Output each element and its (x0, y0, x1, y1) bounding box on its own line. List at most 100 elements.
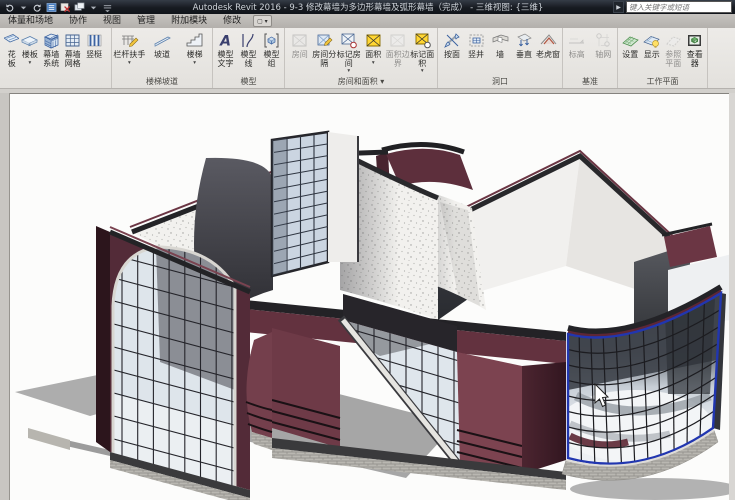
redo-icon[interactable] (31, 1, 43, 13)
ribbon-display-toggle-icon[interactable]: ▢ ▾ (253, 15, 272, 27)
front-wing-right-face (457, 352, 522, 474)
dormer-opening-button[interactable]: 老虎窗 (536, 30, 560, 60)
button-label: 按面 (444, 51, 460, 60)
ribbon-panel: 房间房间分隔标记房间▾面积▾面积边界标记面积▾房间和面积 ▾ (285, 28, 438, 88)
ribbon-panel: 设置显示参照平面查看器工作平面 (618, 28, 708, 88)
svg-text:A: A (219, 34, 231, 50)
room-separator-icon (315, 31, 334, 50)
tag-area-button[interactable]: 标记面积▾ (410, 30, 435, 75)
quick-access-toolbar (0, 1, 123, 13)
stair-button[interactable]: 楼梯▾ (178, 30, 211, 66)
front-wing-left-face (272, 328, 340, 448)
workplane-set-button[interactable]: 设置 (620, 30, 642, 60)
viewer-button[interactable]: 查看器 (684, 30, 706, 68)
tag-room-button[interactable]: 标记房间▾ (337, 30, 362, 75)
dropdown-caret-icon[interactable] (87, 1, 99, 13)
chevron-down-icon: ▾ (29, 61, 32, 67)
button-label: 查看器 (684, 51, 706, 68)
button-label: 房间 (292, 51, 308, 60)
search-expand-icon[interactable]: ▶ (613, 1, 624, 13)
model-line-icon (239, 31, 258, 50)
ribbon: 花板楼板▾幕墙系统幕墙网格竖梃栏杆扶手▾坡道楼梯▾楼梯坡道A模型文字模型线模型组… (0, 28, 735, 89)
model-group-button[interactable]: 模型组 (260, 30, 283, 68)
button-label: 竖井 (468, 51, 484, 60)
3d-view[interactable] (10, 94, 729, 500)
left-edge-strip (0, 93, 10, 500)
mullion-button[interactable]: 竖梃 (83, 30, 104, 60)
button-label: 竖梃 (86, 51, 102, 60)
model-text-button[interactable]: A模型文字 (214, 30, 237, 68)
ramp-button[interactable]: 坡道 (146, 30, 179, 60)
ribbon-tab[interactable]: 视图 (95, 14, 129, 28)
room-separator-button[interactable]: 房间分隔 (312, 30, 337, 68)
curtain-system-icon (42, 31, 61, 50)
area-icon (364, 31, 383, 50)
model-line-button[interactable]: 模型线 (237, 30, 260, 68)
undo-icon[interactable] (3, 1, 15, 13)
room-button: 房间 (288, 30, 313, 60)
curtain-system-button[interactable]: 幕墙系统 (41, 30, 62, 68)
drawing-canvas[interactable] (10, 93, 729, 500)
button-label: 幕墙网格 (62, 51, 83, 68)
grid-icon (594, 31, 613, 50)
right-edge-strip[interactable] (729, 93, 735, 500)
ceiling-button[interactable]: 花板 (4, 30, 19, 68)
railing-button[interactable]: 栏杆扶手▾ (113, 30, 146, 66)
ribbon-panel: 花板楼板▾幕墙系统幕墙网格竖梃 (0, 28, 112, 88)
level-button: 标高 (564, 30, 591, 60)
panel-label (0, 75, 111, 88)
wall-opening-button[interactable]: 墙 (488, 30, 512, 60)
panel-label[interactable]: 房间和面积 ▾ (285, 75, 437, 88)
ribbon-tab[interactable]: 管理 (129, 14, 163, 28)
button-label: 坡道 (154, 51, 170, 60)
qat-menu-icon[interactable] (101, 1, 113, 13)
panel-label: 模型 (213, 75, 284, 88)
area-boundary-icon (388, 31, 407, 50)
button-label: 垂直 (516, 51, 532, 60)
ribbon-tab[interactable]: 体量和场地 (0, 14, 61, 28)
button-label: 楼梯 (187, 51, 203, 60)
area-button[interactable]: 面积▾ (361, 30, 386, 66)
room-icon (290, 31, 309, 50)
ribbon-panel: 按面竖井墙垂直老虎窗洞口 (438, 28, 563, 88)
white-wall-panel (328, 132, 358, 262)
cascade-windows-icon[interactable] (73, 1, 85, 13)
shaft-opening-icon (467, 31, 486, 50)
help-search: ▶ (613, 1, 735, 13)
drawing-area-frame (0, 93, 735, 500)
button-label: 设置 (622, 51, 638, 60)
vertical-opening-button[interactable]: 垂直 (512, 30, 536, 60)
workplane-show-button[interactable]: 显示 (641, 30, 663, 60)
area-boundary-button: 面积边界 (386, 30, 411, 68)
workplane-set-icon (621, 31, 640, 50)
tall-curtain-panel[interactable] (272, 124, 328, 284)
close-hidden-windows-icon[interactable] (59, 1, 71, 13)
curtain-grid-button[interactable]: 幕墙网格 (62, 30, 83, 68)
ribbon-tab[interactable]: 附加模块 (163, 14, 215, 28)
floor-icon (20, 31, 39, 50)
button-label: 幕墙系统 (41, 51, 62, 68)
chevron-down-icon: ▾ (421, 69, 424, 75)
button-label: 模型线 (237, 51, 260, 68)
ribbon-tab[interactable]: 协作 (61, 14, 95, 28)
search-input[interactable] (626, 1, 732, 13)
ribbon-tab[interactable]: 修改 (215, 14, 249, 28)
shaft-opening-button[interactable]: 竖井 (464, 30, 488, 60)
chevron-down-icon: ▾ (128, 61, 131, 67)
stair-icon (185, 31, 204, 50)
button-label: 模型组 (260, 51, 283, 68)
panel-label: 基准 (563, 75, 617, 88)
panel-label: 工作平面 (618, 75, 707, 88)
type-properties-icon[interactable] (45, 1, 57, 13)
button-label: 标记面积 (410, 51, 435, 68)
panel-label: 洞口 (438, 75, 562, 88)
button-label: 老虎窗 (536, 51, 560, 60)
button-label: 显示 (644, 51, 660, 60)
dropdown-caret-icon[interactable] (17, 1, 29, 13)
floor-button[interactable]: 楼板▾ (19, 30, 40, 66)
revit-window: Autodesk Revit 2016 - 9-3 修改幕墙为多边形幕墙及弧形幕… (0, 0, 735, 500)
opening-by-face-button[interactable]: 按面 (440, 30, 464, 60)
opening-by-face-icon (443, 31, 462, 50)
ribbon-tab-row: 体量和场地协作视图管理附加模块修改 ▢ ▾ (0, 14, 735, 28)
button-label: 模型文字 (214, 51, 237, 68)
